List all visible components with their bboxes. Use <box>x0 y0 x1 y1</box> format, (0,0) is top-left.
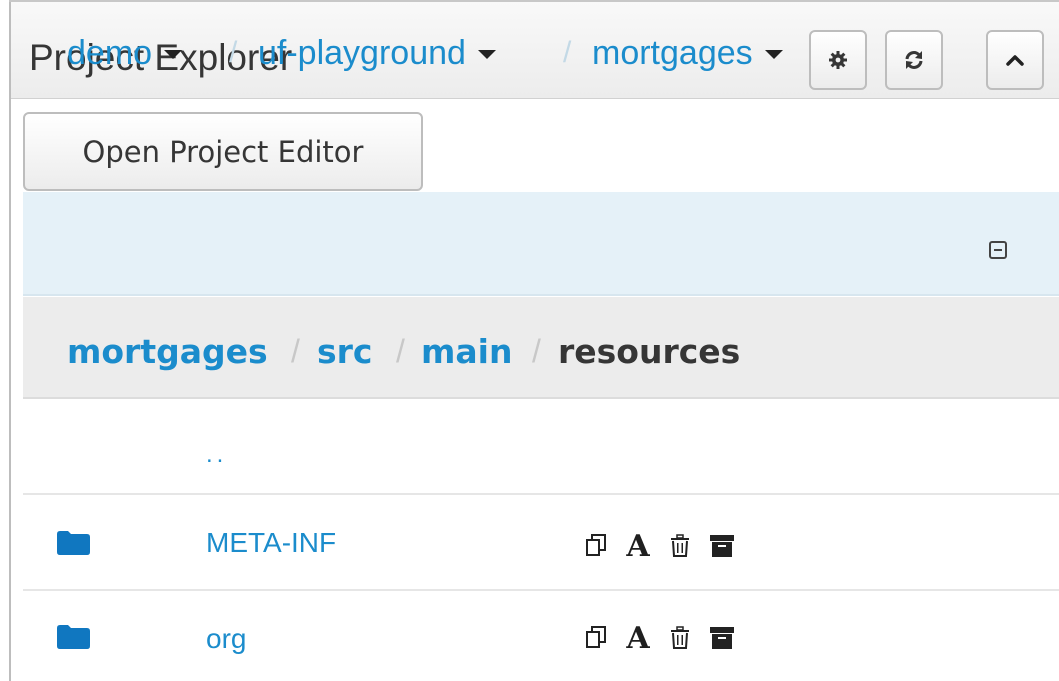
gear-icon <box>829 51 847 69</box>
repository-label: uf-playground <box>258 33 466 72</box>
rename-icon[interactable]: A <box>625 529 651 564</box>
folder-icon <box>57 531 90 555</box>
copy-icon[interactable] <box>583 531 609 561</box>
context-navigator <box>23 192 1059 296</box>
chevron-up-icon <box>1006 55 1024 66</box>
project-dropdown[interactable]: mortgages <box>592 28 783 78</box>
breadcrumb-main[interactable]: main <box>421 329 512 373</box>
caret-down-icon <box>164 49 183 59</box>
breadcrumb-separator: / <box>291 332 300 369</box>
breadcrumb-separator: / <box>532 332 541 369</box>
parent-directory-link[interactable]: .. <box>206 441 227 469</box>
caret-down-icon <box>477 49 496 59</box>
list-item: META-INF A <box>23 495 1059 591</box>
archive-icon[interactable] <box>709 623 735 653</box>
organizational-unit-label: demo <box>67 33 153 72</box>
breadcrumb-src[interactable]: src <box>317 329 372 373</box>
panel-left-border <box>9 0 11 681</box>
breadcrumb-resources: resources <box>558 331 741 371</box>
context-separator: / <box>563 36 572 69</box>
breadcrumb-mortgages[interactable]: mortgages <box>67 329 268 373</box>
context-separator: / <box>229 36 238 69</box>
list-item: org A <box>23 591 1059 681</box>
refresh-button[interactable] <box>885 30 943 90</box>
caret-down-icon <box>764 49 783 59</box>
collapse-panel-button[interactable] <box>986 30 1044 90</box>
delete-icon[interactable] <box>667 623 693 653</box>
folder-name-link[interactable]: org <box>206 623 246 655</box>
organizational-unit-dropdown[interactable]: demo <box>67 28 183 78</box>
repository-dropdown[interactable]: uf-playground <box>258 28 496 78</box>
refresh-icon <box>905 51 923 69</box>
copy-icon[interactable] <box>583 623 609 653</box>
collapse-icon[interactable] <box>989 241 1007 259</box>
rename-icon[interactable]: A <box>625 621 651 656</box>
settings-button[interactable] <box>809 30 867 90</box>
archive-icon[interactable] <box>709 531 735 561</box>
open-project-editor-button[interactable]: Open Project Editor <box>23 112 423 191</box>
project-label: mortgages <box>592 33 753 72</box>
parent-directory-row: .. <box>23 399 1059 495</box>
folder-name-link[interactable]: META-INF <box>206 527 336 559</box>
folder-icon <box>57 625 90 649</box>
delete-icon[interactable] <box>667 531 693 561</box>
breadcrumb-separator: / <box>396 332 405 369</box>
